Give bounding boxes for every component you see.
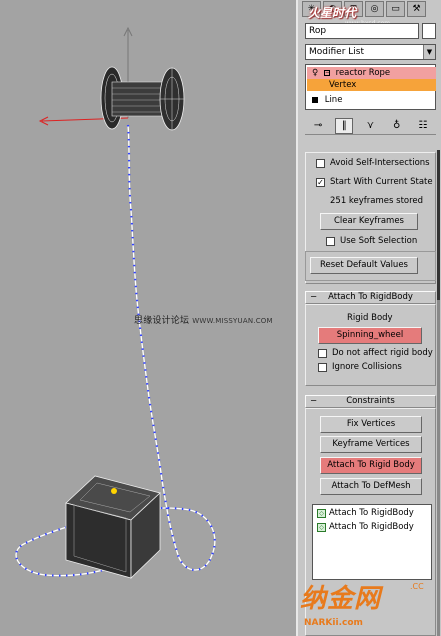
panel-scrollbar-thumb[interactable] xyxy=(437,150,440,300)
chevron-down-icon[interactable]: ▼ xyxy=(423,45,435,59)
object-name-field[interactable]: Rop xyxy=(305,23,419,39)
list-item[interactable]: ◇ Attach To RigidBody xyxy=(317,522,414,532)
reset-default-values-button[interactable]: Reset Default Values xyxy=(310,257,418,274)
collapse-icon[interactable]: − xyxy=(323,69,330,76)
list-item[interactable]: ◇ Attach To RigidBody xyxy=(317,508,414,518)
attach-point xyxy=(111,488,117,494)
motion-icon[interactable]: ◎ xyxy=(365,1,384,17)
modifier-list-label: Modifier List xyxy=(309,47,364,57)
modifier-list-dropdown[interactable]: Modifier List ▼ xyxy=(305,44,436,60)
start-with-current-state-checkbox[interactable]: ✓ Start With Current State xyxy=(316,177,433,187)
watermark-narkii: 纳金网 .CC NARKii.com xyxy=(300,582,424,628)
watermark-missyuan: 思缘设计论坛 WWW.MISSYUAN.COM xyxy=(134,316,273,326)
constraint-icon: ◇ xyxy=(317,508,326,518)
stack-item-vertex[interactable]: Vertex xyxy=(307,79,436,91)
modifier-stack: ♀ − reactor Rope Vertex Line xyxy=(305,64,436,110)
object-color-swatch[interactable] xyxy=(422,23,436,39)
constraints-rollout-header[interactable]: − Constraints xyxy=(305,395,436,408)
show-end-result-icon[interactable]: ‖ xyxy=(335,117,354,134)
checkbox-box[interactable]: ✓ xyxy=(316,177,325,187)
make-unique-icon[interactable]: ⋎ xyxy=(361,118,379,134)
stack-item-line[interactable]: Line xyxy=(307,94,436,106)
constraint-icon: ◇ xyxy=(317,522,326,532)
keyframe-vertices-button[interactable]: Keyframe Vertices xyxy=(320,436,422,453)
stack-toolbar: ⊸ ‖ ⋎ ♁ ☷ xyxy=(305,117,436,135)
checkbox-box[interactable] xyxy=(316,158,325,168)
checkbox-box[interactable] xyxy=(318,348,327,358)
avoid-self-intersections-checkbox[interactable]: Avoid Self-Intersections xyxy=(316,158,430,168)
utilities-icon[interactable]: ⚒ xyxy=(407,1,426,17)
rigid-body-pick-button[interactable]: Spinning_wheel xyxy=(318,327,422,344)
expand-icon[interactable] xyxy=(312,96,318,103)
attach-rigidbody-rollout-header[interactable]: − Attach To RigidBody xyxy=(305,291,436,304)
checkbox-box[interactable] xyxy=(318,362,327,372)
stack-item-reactor-rope[interactable]: ♀ − reactor Rope xyxy=(307,67,436,79)
ignore-collisions-checkbox[interactable]: Ignore Collisions xyxy=(318,362,402,372)
constraint-list[interactable]: ◇ Attach To RigidBody ◇ Attach To RigidB… xyxy=(312,504,432,580)
perspective-viewport[interactable]: 思缘设计论坛 WWW.MISSYUAN.COM xyxy=(0,0,296,636)
rigid-body-label: Rigid Body xyxy=(347,313,393,323)
attach-to-defmesh-button[interactable]: Attach To DefMesh xyxy=(320,478,422,495)
remove-modifier-icon[interactable]: ♁ xyxy=(388,118,406,134)
do-not-affect-rigid-body-checkbox[interactable]: Do not affect rigid body xyxy=(318,348,433,358)
keyframes-stored-text: 251 keyframes stored xyxy=(330,196,424,206)
watermark-hxsd-logo: 火星时代 xyxy=(308,6,357,20)
use-soft-selection-checkbox[interactable]: Use Soft Selection xyxy=(326,236,417,246)
light-bulb-icon[interactable]: ♀ xyxy=(312,68,318,78)
spinning-wheel-mesh xyxy=(100,66,185,131)
collapse-icon[interactable]: − xyxy=(310,396,317,407)
box-mesh xyxy=(65,475,161,579)
configure-sets-icon[interactable]: ☷ xyxy=(414,118,432,134)
pin-stack-icon[interactable]: ⊸ xyxy=(309,118,327,134)
collapse-icon[interactable]: − xyxy=(310,292,317,303)
display-icon[interactable]: ▭ xyxy=(386,1,405,17)
checkbox-box[interactable] xyxy=(326,236,335,246)
clear-keyframes-button[interactable]: Clear Keyframes xyxy=(320,213,418,230)
fix-vertices-button[interactable]: Fix Vertices xyxy=(320,416,422,433)
attach-to-rigid-body-button[interactable]: Attach To Rigid Body xyxy=(320,457,422,474)
